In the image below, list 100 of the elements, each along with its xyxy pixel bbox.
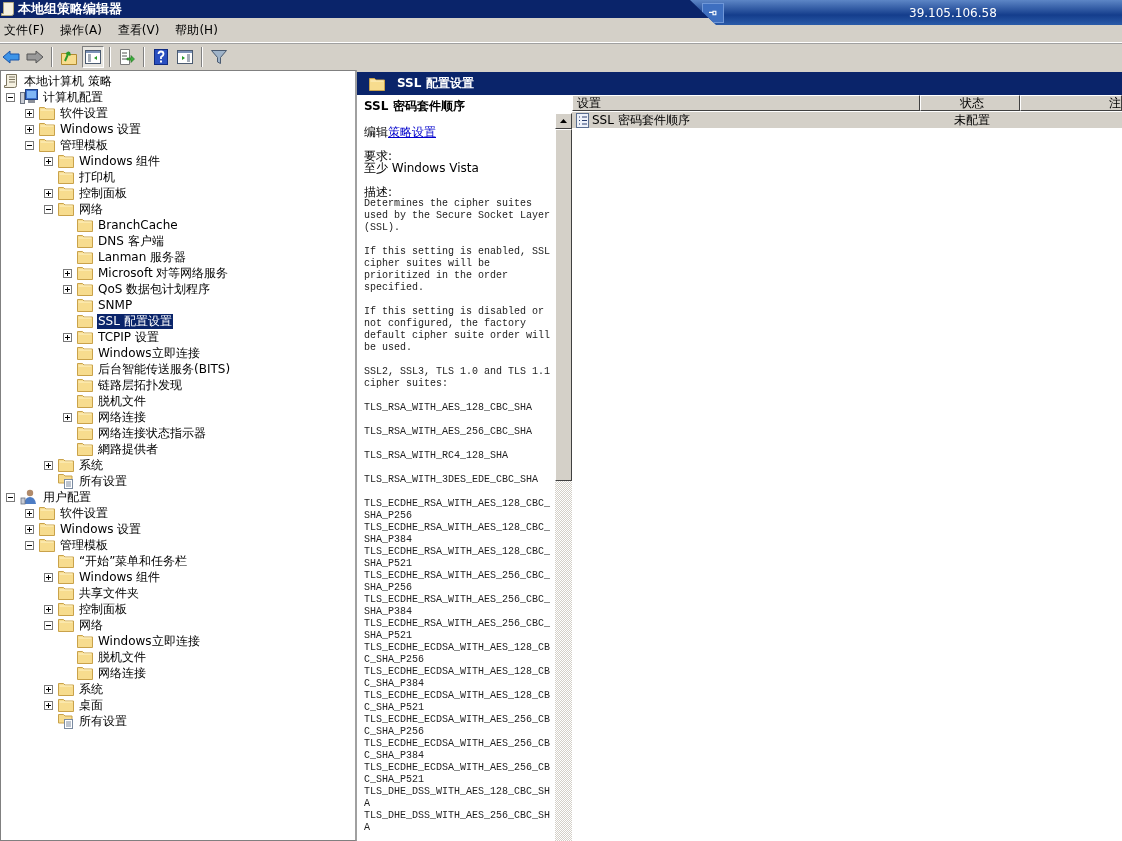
folder-icon [58,602,74,616]
cipher-suite-text: TLS_DHE_DSS_WITH_AES_128_CBC_SHA [364,786,552,810]
tree-item[interactable]: 网络连接 [97,409,147,425]
tree-item[interactable]: 软件设置 [59,505,109,521]
expand-button[interactable] [63,412,72,422]
collapse-button[interactable] [44,620,53,630]
computer-icon [20,89,38,105]
tree-item[interactable]: 网络 [78,617,104,633]
tree-item[interactable]: 共享文件夹 [78,585,140,601]
expand-button[interactable] [63,332,72,342]
scrollbar[interactable] [555,113,572,841]
tree-item[interactable]: SNMP [97,297,134,313]
tree-item[interactable]: 網路提供者 [97,441,159,457]
tree-item[interactable]: 控制面板 [78,185,128,201]
tree-item[interactable]: Windows立即连接 [97,345,201,361]
cipher-suite-text: TLS_ECDHE_ECDSA_WITH_AES_256_CBC_SHA_P521 [364,762,552,786]
tree-item[interactable]: Windows 组件 [78,569,162,585]
expand-button[interactable] [44,156,53,166]
expand-button[interactable] [44,700,53,710]
menu-item[interactable]: 文件(F) [4,21,45,39]
tree-item[interactable]: 桌面 [78,697,104,713]
edit-text: 编辑 [364,125,388,139]
expand-button[interactable] [63,268,72,278]
expand-button[interactable] [44,188,53,198]
column-header[interactable]: 设置 [572,95,920,111]
tree-item[interactable]: QoS 数据包计划程序 [97,281,212,297]
pin-button[interactable] [702,2,724,23]
tree-item[interactable]: “开始”菜单和任务栏 [78,553,189,569]
tree-item[interactable]: Lanman 服务器 [97,249,188,265]
tree-item[interactable]: Windows 设置 [59,521,143,537]
folder-icon [58,554,74,568]
tree-item[interactable]: Windows 设置 [59,121,143,137]
scroll-up-button[interactable] [555,113,572,129]
collapse-button[interactable] [25,140,34,150]
tree-item[interactable]: 脱机文件 [97,649,147,665]
tree-item[interactable]: BranchCache [97,217,179,233]
expand-button[interactable] [25,108,34,118]
connection-address: 39.105.106.58 [909,5,997,20]
tree-item[interactable]: 系统 [78,681,104,697]
folder-icon [39,138,55,152]
forward-arrow-icon [26,50,44,64]
tree-item[interactable]: SSL 配置设置 [97,313,173,329]
tree-item[interactable]: 所有设置 [78,473,128,489]
folder-icon [39,106,55,120]
menu-item[interactable]: 查看(V) [117,21,160,39]
menu-item[interactable]: 操作(A) [60,21,102,39]
folder-icon [77,250,93,264]
tree-item[interactable]: 管理模板 [59,537,109,553]
tree-item[interactable]: 计算机配置 [42,89,104,105]
folder-icon [77,314,93,328]
tree-item[interactable]: 脱机文件 [97,393,147,409]
folder-icon [58,186,74,200]
toolbar-button[interactable] [82,46,104,68]
tree-item[interactable]: 管理模板 [59,137,109,153]
tree-item[interactable]: 网络连接状态指示器 [97,425,207,441]
column-header[interactable]: 注 [1020,95,1122,111]
scroll-icon [1,1,15,17]
tree-item[interactable]: Windows 组件 [78,153,162,169]
setting-title: SSL 密码套件顺序 [364,98,466,114]
collapse-button[interactable] [44,204,53,214]
tree-item[interactable]: DNS 客户端 [97,233,165,249]
column-header[interactable]: 状态 [920,95,1020,111]
expand-button[interactable] [25,124,34,134]
folder-icon [58,154,74,168]
expand-button[interactable] [25,524,34,534]
expand-button[interactable] [44,604,53,614]
collapse-button[interactable] [6,492,15,502]
tree-item[interactable]: 控制面板 [78,601,128,617]
expand-button[interactable] [25,508,34,518]
collapse-button[interactable] [25,540,34,550]
menu-item[interactable]: 帮助(H) [175,21,218,39]
collapse-button[interactable] [6,92,15,102]
folder-icon [58,586,74,600]
tree-item[interactable]: 链路层拓扑发现 [97,377,183,393]
cipher-suite-text: TLS_ECDHE_ECDSA_WITH_AES_256_CBC_SHA_P256 [364,714,552,738]
help-icon [154,49,168,65]
folder-icon [77,410,93,424]
tree-item[interactable]: 软件设置 [59,105,109,121]
expand-button[interactable] [44,460,53,470]
table-row[interactable]: SSL 密码套件顺序 未配置 [572,112,1122,128]
tree-item[interactable]: 打印机 [78,169,116,185]
tree-item[interactable]: 网络连接 [97,665,147,681]
tree-item[interactable]: 所有设置 [78,713,128,729]
expand-button[interactable] [63,284,72,294]
tree-item[interactable]: Windows立即连接 [97,633,201,649]
tree-item[interactable]: 用户配置 [42,489,92,505]
cipher-suite-text: TLS_ECDHE_RSA_WITH_AES_256_CBC_SHA_P521 [364,618,552,642]
tree-item[interactable]: Microsoft 对等网络服务 [97,265,230,281]
user-icon [20,489,38,505]
tree-item[interactable]: 网络 [78,201,104,217]
folder-icon [39,506,55,520]
tree-item[interactable]: 后台智能传送服务(BITS) [97,361,232,377]
tree-item[interactable]: 系统 [78,457,104,473]
scrollbar-thumb[interactable] [555,129,572,481]
tree-item[interactable]: 本地计算机 策略 [23,73,113,89]
folder-icon [77,346,93,360]
tree-item[interactable]: TCPIP 设置 [97,329,160,345]
expand-button[interactable] [44,572,53,582]
policy-settings-link[interactable]: 策略设置 [388,125,436,139]
expand-button[interactable] [44,684,53,694]
